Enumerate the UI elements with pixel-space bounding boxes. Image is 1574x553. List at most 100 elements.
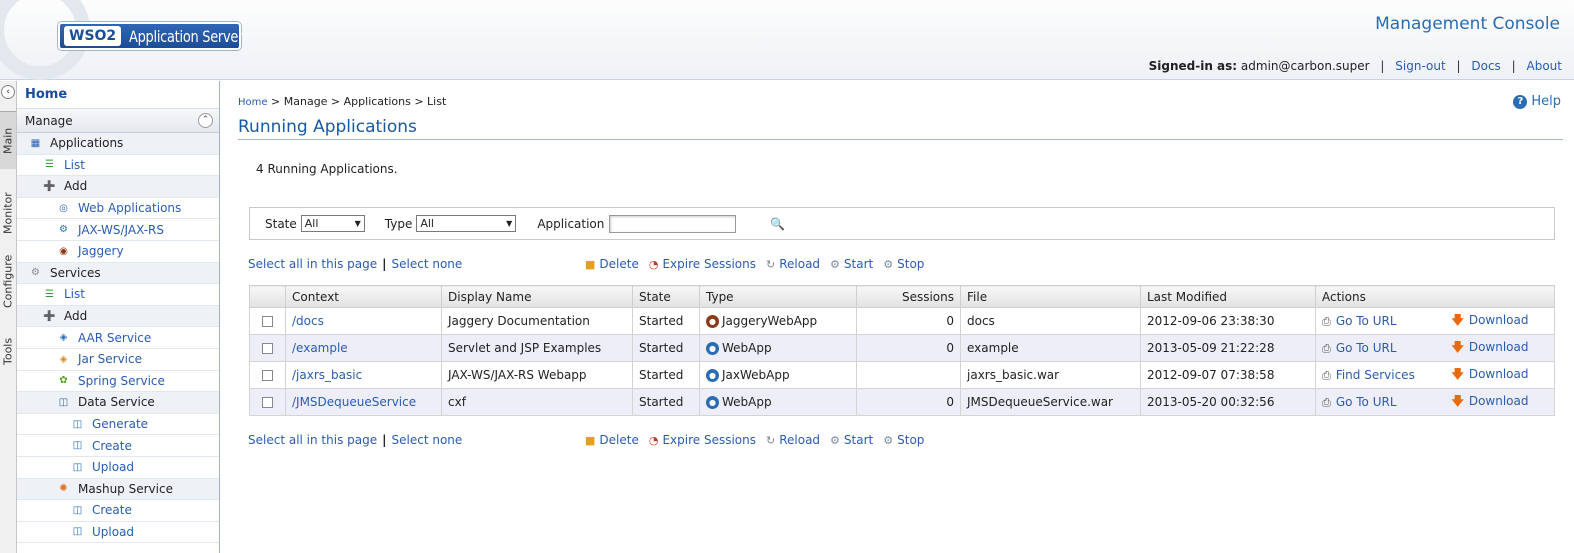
about-link[interactable]: About xyxy=(1527,59,1562,73)
sidebar-item-applications[interactable]: ▦ Applications xyxy=(17,133,219,155)
sidebar-item-spring-service[interactable]: ✿ Spring Service xyxy=(17,371,219,393)
sidebar-item-create[interactable]: ◫ Create xyxy=(17,500,219,522)
download-link[interactable]: 🡇 Download xyxy=(1452,394,1529,408)
state-filter-value: All xyxy=(304,217,319,230)
select-none-link[interactable]: Select none xyxy=(392,257,463,271)
row-action-label: Find Services xyxy=(1335,367,1415,382)
start-button[interactable]: ⚙ Start xyxy=(830,433,873,447)
breadcrumb-home-link[interactable]: Home xyxy=(238,97,268,108)
state-cell: Started xyxy=(632,361,700,389)
data-service-icon: ◫ xyxy=(58,396,69,408)
sidebar-item-create[interactable]: ◫ Create xyxy=(17,435,219,457)
sidebar-item-label: Add xyxy=(64,179,88,194)
action-cell: ⎙ Go To URL xyxy=(1315,334,1446,362)
sidebar-item-list[interactable]: ☰ List xyxy=(17,155,219,177)
expire-sessions-button[interactable]: ◔ Expire Sessions xyxy=(649,257,756,271)
chevron-up-icon[interactable]: ⌃ xyxy=(198,113,213,128)
row-action-link[interactable]: ⎙ Go To URL xyxy=(1322,341,1397,355)
reload-label: Reload xyxy=(779,433,821,447)
action-cell: ⎙ Go To URL xyxy=(1315,388,1446,416)
download-link[interactable]: 🡇 Download xyxy=(1452,340,1529,354)
sidebar-home-link[interactable]: Home xyxy=(17,81,219,109)
sidebar-item-label: Jar Service xyxy=(78,352,142,367)
row-checkbox[interactable] xyxy=(262,397,273,408)
docs-link[interactable]: Docs xyxy=(1471,59,1500,73)
state-cell: Started xyxy=(632,388,700,416)
row-checkbox[interactable] xyxy=(262,316,273,327)
type-cell: ● JaxWebApp xyxy=(699,361,857,389)
sidebar-item-list[interactable]: ☰ List xyxy=(17,284,219,306)
reload-button[interactable]: ↻ Reload xyxy=(766,257,820,271)
context-link[interactable]: /example xyxy=(292,341,348,355)
context-cell: /example xyxy=(285,334,442,362)
context-link[interactable]: /JMSDequeueService xyxy=(292,395,416,409)
type-filter-value: All xyxy=(420,217,434,230)
sidebar-item-web-applications[interactable]: ◎ Web Applications xyxy=(17,198,219,220)
sidebar-item-label: Spring Service xyxy=(78,373,165,388)
download-link[interactable]: 🡇 Download xyxy=(1452,367,1529,381)
product-logo[interactable]: WSO2 Application Server xyxy=(58,22,244,50)
type-label: WebApp xyxy=(722,341,772,355)
tab-configure[interactable]: Configure xyxy=(0,251,16,311)
help-link[interactable]: ? Help xyxy=(1513,94,1561,109)
stop-button[interactable]: ⚙ Stop xyxy=(883,257,924,271)
sidebar-item-generate[interactable]: ◫ Generate xyxy=(17,414,219,436)
sidebar-item-upload[interactable]: ◫ Upload xyxy=(17,522,219,544)
row-action-link[interactable]: ⎙ Go To URL xyxy=(1322,314,1397,328)
select-none-link[interactable]: Select none xyxy=(392,433,463,447)
download-arrow-icon: 🡇 xyxy=(1451,339,1464,354)
header-sessions: Sessions xyxy=(856,285,961,308)
search-icon[interactable]: 🔍 xyxy=(770,217,785,231)
aar-icon: ◈ xyxy=(59,332,68,344)
services-icon: ⚙ xyxy=(31,267,40,279)
tab-monitor[interactable]: Monitor xyxy=(0,179,16,247)
sidebar-item-jaggery[interactable]: ◉ Jaggery xyxy=(17,241,219,263)
start-button[interactable]: ⚙ Start xyxy=(830,257,873,271)
tab-main[interactable]: Main xyxy=(0,111,16,169)
delete-button[interactable]: ■ Delete xyxy=(585,257,639,271)
sidebar-item-upload[interactable]: ◫ Upload xyxy=(17,457,219,479)
sidebar-item-mashup-service[interactable]: ✺ Mashup Service xyxy=(17,478,219,501)
collapse-sidebar-icon[interactable]: ‹ xyxy=(1,85,15,99)
type-filter-select[interactable]: All ▼ xyxy=(416,215,517,232)
expire-sessions-button[interactable]: ◔ Expire Sessions xyxy=(649,433,756,447)
sidebar-item-aar-service[interactable]: ◈ AAR Service xyxy=(17,327,219,349)
last-modified-cell: 2013-05-20 00:32:56 xyxy=(1140,388,1316,416)
select-all-link[interactable]: Select all in this page xyxy=(248,257,377,271)
tab-tools[interactable]: Tools xyxy=(0,321,16,381)
table-row: /docs Jaggery Documentation Started ● Jagger… xyxy=(249,307,1555,335)
sidebar-item-add[interactable]: ➕ Add xyxy=(17,176,219,198)
context-link[interactable]: /jaxrs_basic xyxy=(292,368,362,382)
context-link[interactable]: /docs xyxy=(292,314,324,328)
stop-icon: ⚙ xyxy=(883,433,894,447)
state-filter-select[interactable]: All ▼ xyxy=(300,215,365,232)
sidebar-item-services[interactable]: ⚙ Services xyxy=(17,262,219,285)
row-checkbox[interactable] xyxy=(262,370,273,381)
go-to-url-icon: ⎙ xyxy=(1322,395,1331,409)
display-name-cell: Servlet and JSP Examples xyxy=(441,334,633,362)
reload-button[interactable]: ↻ Reload xyxy=(766,433,820,447)
select-all-link[interactable]: Select all in this page xyxy=(248,433,377,447)
sidebar-section-manage[interactable]: Manage ⌃ xyxy=(17,109,219,133)
application-search-input[interactable] xyxy=(609,214,737,233)
stop-button[interactable]: ⚙ Stop xyxy=(883,433,924,447)
row-action-link[interactable]: ⎙ Find Services xyxy=(1322,368,1415,382)
row-checkbox[interactable] xyxy=(262,343,273,354)
sidebar-item-jar-service[interactable]: ◈ Jar Service xyxy=(17,349,219,371)
action-cell: ⎙ Find Services xyxy=(1315,361,1446,389)
signout-link[interactable]: Sign-out xyxy=(1395,59,1445,73)
header-display-name: Display Name xyxy=(441,285,633,308)
help-icon: ? xyxy=(1513,94,1528,109)
row-action-link[interactable]: ⎙ Go To URL xyxy=(1322,395,1397,409)
type-label: WebApp xyxy=(722,395,772,409)
start-label: Start xyxy=(843,433,874,447)
sidebar-item-data-service[interactable]: ◫ Data Service xyxy=(17,392,219,414)
type-label: JaxWebApp xyxy=(722,368,790,382)
download-link[interactable]: 🡇 Download xyxy=(1452,313,1529,327)
delete-button[interactable]: ■ Delete xyxy=(585,433,639,447)
sidebar-item-label: Add xyxy=(64,309,88,324)
type-cell: ● WebApp xyxy=(699,334,857,362)
sidebar-item-add[interactable]: ➕ Add xyxy=(17,305,219,328)
sidebar-item-label: Web Applications xyxy=(78,201,182,216)
sidebar-item-jax-ws-jax-rs[interactable]: ⚙ JAX-WS/JAX-RS xyxy=(17,219,219,241)
